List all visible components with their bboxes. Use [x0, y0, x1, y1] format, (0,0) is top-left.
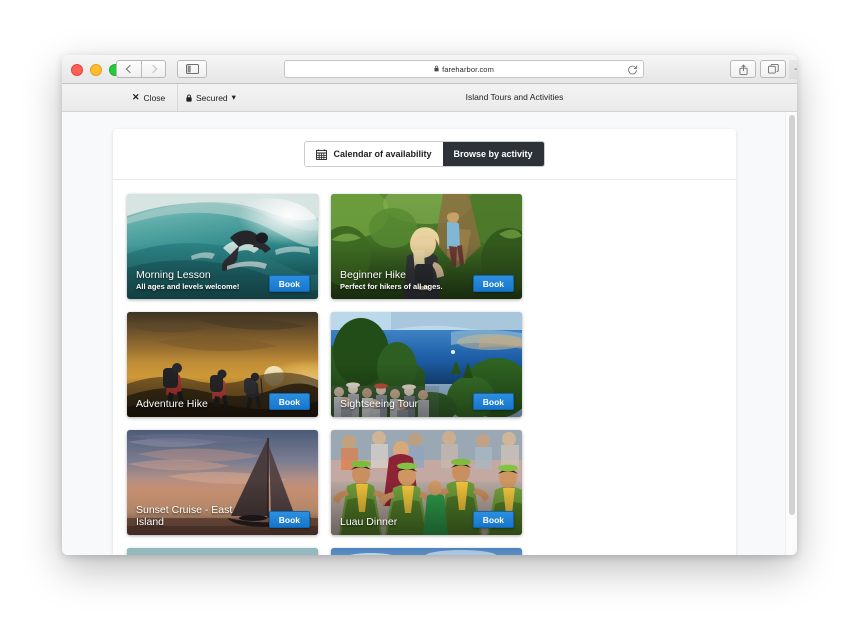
- activity-card-beginner-hike[interactable]: Beginner Hike Perfect for hikers of all …: [331, 194, 522, 299]
- close-button[interactable]: ✕ Close: [120, 84, 179, 111]
- card-text: Morning Lesson All ages and levels welco…: [136, 268, 256, 293]
- secured-status-button[interactable]: Secured ▾: [174, 84, 248, 111]
- card-text: Sightseeing Tour: [340, 397, 460, 411]
- card-title: Sightseeing Tour: [340, 397, 419, 410]
- book-button[interactable]: Book: [268, 393, 310, 410]
- card-subtitle: All ages and levels welcome!: [136, 282, 240, 291]
- view-toggle-group: Calendar of availability Browse by activ…: [304, 141, 545, 167]
- tab-calendar-of-availability[interactable]: Calendar of availability: [305, 142, 443, 166]
- booking-panel: Calendar of availability Browse by activ…: [113, 129, 736, 555]
- kayak-on-lake-image: [331, 548, 522, 555]
- scrollbar-thumb[interactable]: [789, 115, 795, 515]
- activity-grid: Morning Lesson All ages and levels welco…: [113, 180, 736, 555]
- tab-browse-by-activity[interactable]: Browse by activity: [442, 142, 544, 166]
- calendar-icon: [316, 148, 328, 160]
- sidebar-toggle-icon: [185, 64, 199, 74]
- tabs-icon: [767, 64, 779, 74]
- bikes-on-pier-image: [127, 548, 318, 555]
- traffic-lights: [71, 64, 121, 76]
- browser-toolbar: fareharbor.com +: [62, 55, 797, 84]
- book-button[interactable]: Book: [472, 511, 514, 528]
- sidebar-toggle-button[interactable]: [177, 60, 207, 78]
- activity-card-kayak-rental[interactable]: Kayak Rental All ages and levels welcome…: [331, 548, 522, 555]
- activity-card-sunset-cruise[interactable]: Sunset Cruise - East Island Book: [127, 430, 318, 535]
- activity-card-bike-rental[interactable]: Bike Rental Book: [127, 548, 318, 555]
- page-viewport: Calendar of availability Browse by activ…: [62, 112, 797, 555]
- vertical-scrollbar[interactable]: [785, 112, 797, 555]
- secured-label: Secured: [196, 92, 228, 103]
- activity-card-luau-dinner[interactable]: Luau Dinner Book: [331, 430, 522, 535]
- close-window-button[interactable]: [71, 64, 83, 76]
- forward-button[interactable]: [141, 60, 166, 78]
- book-button[interactable]: Book: [268, 275, 310, 292]
- chevron-left-icon: [125, 64, 135, 74]
- card-title: Morning Lesson: [136, 268, 211, 281]
- address-bar[interactable]: fareharbor.com: [284, 60, 644, 78]
- card-title: Adventure Hike: [136, 397, 208, 410]
- lock-icon: [434, 65, 439, 71]
- tab-browse-label: Browse by activity: [453, 149, 533, 159]
- share-icon: [738, 63, 748, 75]
- share-button[interactable]: [730, 60, 756, 78]
- book-button[interactable]: Book: [472, 393, 514, 410]
- minimize-window-button[interactable]: [90, 64, 102, 76]
- card-title: Beginner Hike: [340, 268, 406, 281]
- book-button[interactable]: Book: [472, 275, 514, 292]
- close-label: Close: [143, 92, 166, 103]
- card-text: Adventure Hike: [136, 397, 256, 411]
- show-tabs-button[interactable]: [760, 60, 786, 78]
- address-bar-text: fareharbor.com: [434, 65, 494, 74]
- card-title: Luau Dinner: [340, 515, 398, 528]
- activity-card-sightseeing-tour[interactable]: Sightseeing Tour Book: [331, 312, 522, 417]
- panel-header: Calendar of availability Browse by activ…: [113, 129, 736, 180]
- browser-window: fareharbor.com + Island Tours and Activi…: [62, 55, 797, 555]
- card-text: Luau Dinner: [340, 515, 460, 529]
- close-x-icon: ✕: [132, 92, 140, 102]
- back-button[interactable]: [116, 60, 141, 78]
- card-text: Sunset Cruise - East Island: [136, 504, 256, 528]
- activity-card-morning-lesson[interactable]: Morning Lesson All ages and levels welco…: [127, 194, 318, 299]
- activity-card-adventure-hike[interactable]: Adventure Hike Book: [127, 312, 318, 417]
- card-title: Sunset Cruise - East Island: [136, 504, 233, 528]
- card-text: Beginner Hike Perfect for hikers of all …: [340, 268, 460, 293]
- new-tab-button[interactable]: +: [789, 60, 797, 79]
- lock-icon: [186, 94, 192, 102]
- card-subtitle: Perfect for hikers of all ages.: [340, 282, 443, 291]
- secure-browser-bar: Island Tours and Activities ✕ Close Secu…: [62, 84, 797, 112]
- chevron-down-icon: ▾: [231, 92, 236, 102]
- reload-button[interactable]: [627, 64, 638, 75]
- chevron-right-icon: [148, 64, 157, 74]
- book-button[interactable]: Book: [268, 511, 310, 528]
- tab-calendar-label: Calendar of availability: [333, 149, 432, 159]
